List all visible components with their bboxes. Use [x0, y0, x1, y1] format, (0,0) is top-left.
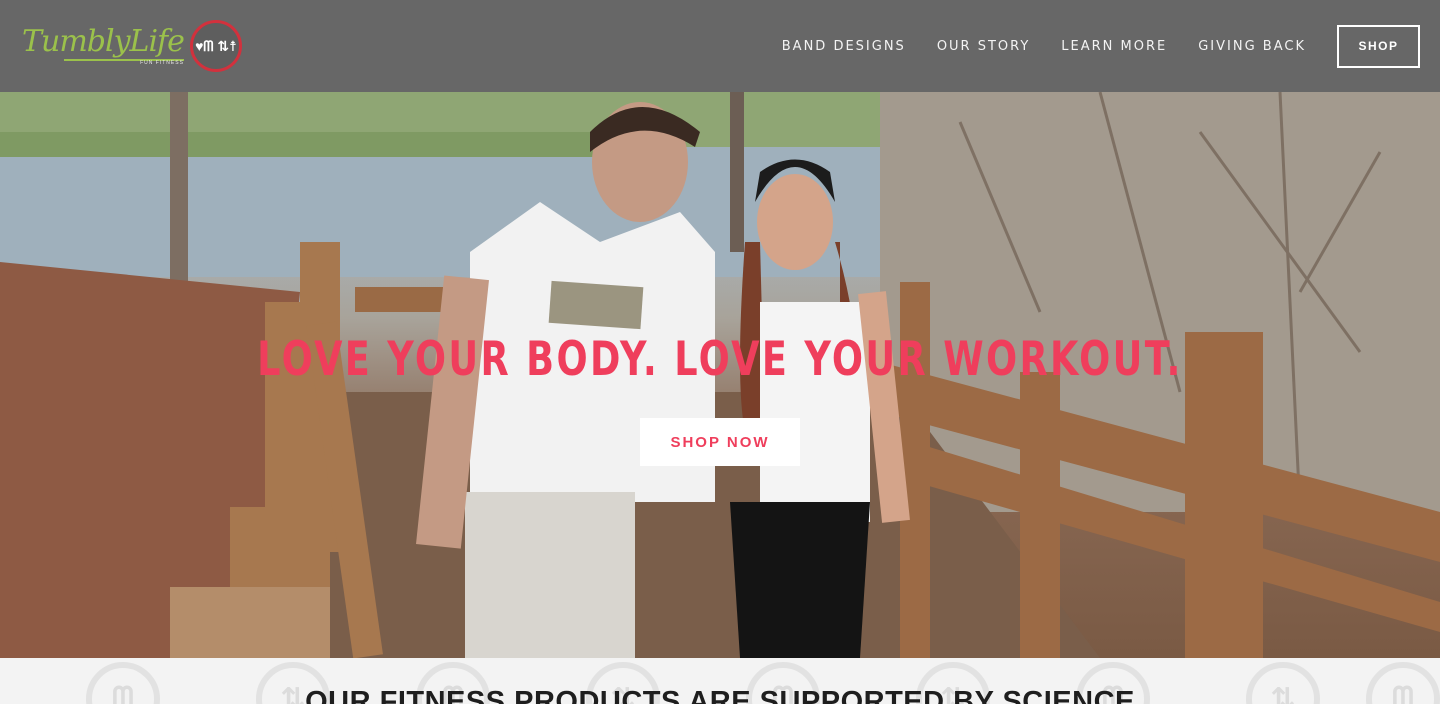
section-title: OUR FITNESS PRODUCTS ARE SUPPORTED BY SC…	[305, 686, 1135, 704]
nav-link-learn-more[interactable]: LEARN MORE	[1061, 39, 1167, 54]
nav-link-giving-back[interactable]: GIVING BACK	[1198, 39, 1306, 54]
logo-wordmark: TumblyLife FUN FITNESS	[22, 23, 185, 66]
logo-tagline: FUN FITNESS	[140, 59, 184, 66]
site-logo[interactable]: TumblyLife FUN FITNESS ♥ᗰ ⇅☨	[22, 20, 242, 72]
logo-name: TumblyLife	[22, 23, 185, 59]
nav-link-band-designs[interactable]: BAND DESIGNS	[782, 39, 906, 54]
shop-now-button[interactable]: SHOP NOW	[640, 418, 800, 466]
hero-headline: LOVE YOUR BODY. LOVE YOUR WORKOUT.	[257, 332, 1183, 387]
nav-link-our-story[interactable]: OUR STORY	[937, 39, 1030, 54]
hero-banner: LOVE YOUR BODY. LOVE YOUR WORKOUT. SHOP …	[0, 92, 1440, 658]
science-section: ᗰ ⇅ ᗰ ⇅ ᗰ ⇅ ᗰ ⇅ ᗰ OUR FITNESS PRODUCTS A…	[0, 658, 1440, 704]
shop-button[interactable]: SHOP	[1337, 24, 1420, 68]
logo-badge-icon: ♥ᗰ ⇅☨	[189, 20, 242, 72]
main-menu: BAND DESIGNS OUR STORY LEARN MORE GIVING…	[751, 24, 1420, 68]
top-nav: TumblyLife FUN FITNESS ♥ᗰ ⇅☨ BAND DESIGN…	[0, 0, 1440, 92]
